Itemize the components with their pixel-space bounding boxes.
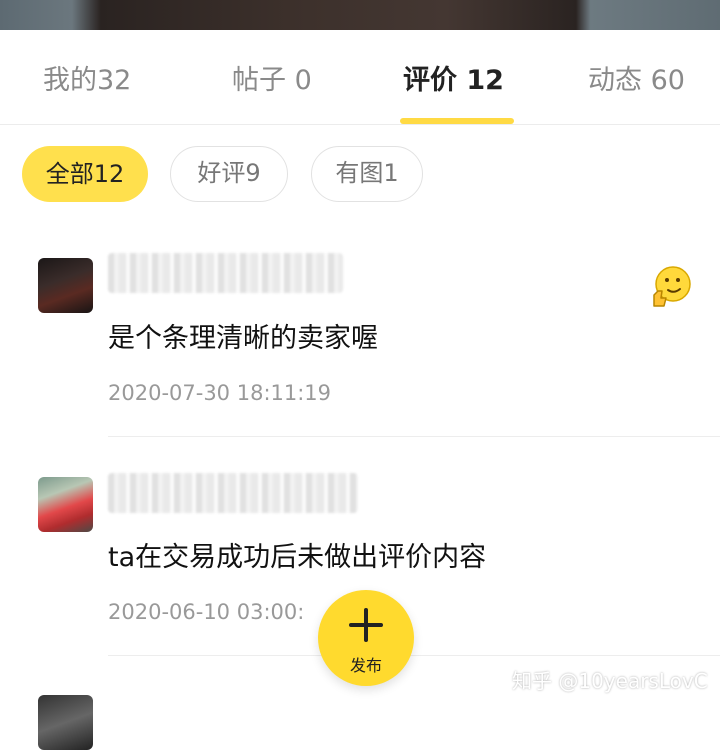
tabs-divider bbox=[0, 124, 720, 125]
filter-all-chip[interactable]: 全部12 bbox=[22, 146, 148, 202]
tab-mine[interactable]: 我的32 bbox=[43, 58, 131, 97]
reviewer-avatar[interactable] bbox=[38, 258, 93, 313]
publish-label: 发布 bbox=[349, 656, 382, 675]
publish-button[interactable]: 发布 bbox=[318, 590, 414, 686]
review-divider bbox=[108, 655, 720, 656]
filter-positive-chip[interactable]: 好评9 bbox=[170, 146, 288, 202]
plus-icon bbox=[349, 608, 383, 642]
profile-tabs: 我的32 帖子 0 评价 12 动态 60 bbox=[0, 30, 720, 125]
review-time: 2020-07-30 18:11:19 bbox=[108, 381, 332, 405]
thumbs-up-face-icon bbox=[653, 266, 691, 307]
watermark: 知乎 @10yearsLovC bbox=[512, 669, 708, 693]
reviewer-avatar[interactable] bbox=[38, 477, 93, 532]
review-text: ta在交易成功后未做出评价内容 bbox=[108, 542, 487, 573]
review-divider bbox=[108, 436, 720, 437]
review-time: 2020-06-10 03:00: bbox=[108, 600, 305, 624]
profile-header-image bbox=[0, 0, 720, 30]
reviewer-avatar[interactable] bbox=[38, 695, 93, 750]
tab-activity[interactable]: 动态 60 bbox=[588, 58, 685, 97]
tab-reviews[interactable]: 评价 12 bbox=[403, 58, 504, 97]
reviewer-name-redacted bbox=[108, 253, 343, 293]
review-text: 是个条理清晰的卖家喔 bbox=[108, 323, 378, 354]
reviewer-name-redacted bbox=[108, 473, 358, 513]
filter-with-image-chip[interactable]: 有图1 bbox=[311, 146, 423, 202]
tab-posts[interactable]: 帖子 0 bbox=[232, 58, 312, 97]
